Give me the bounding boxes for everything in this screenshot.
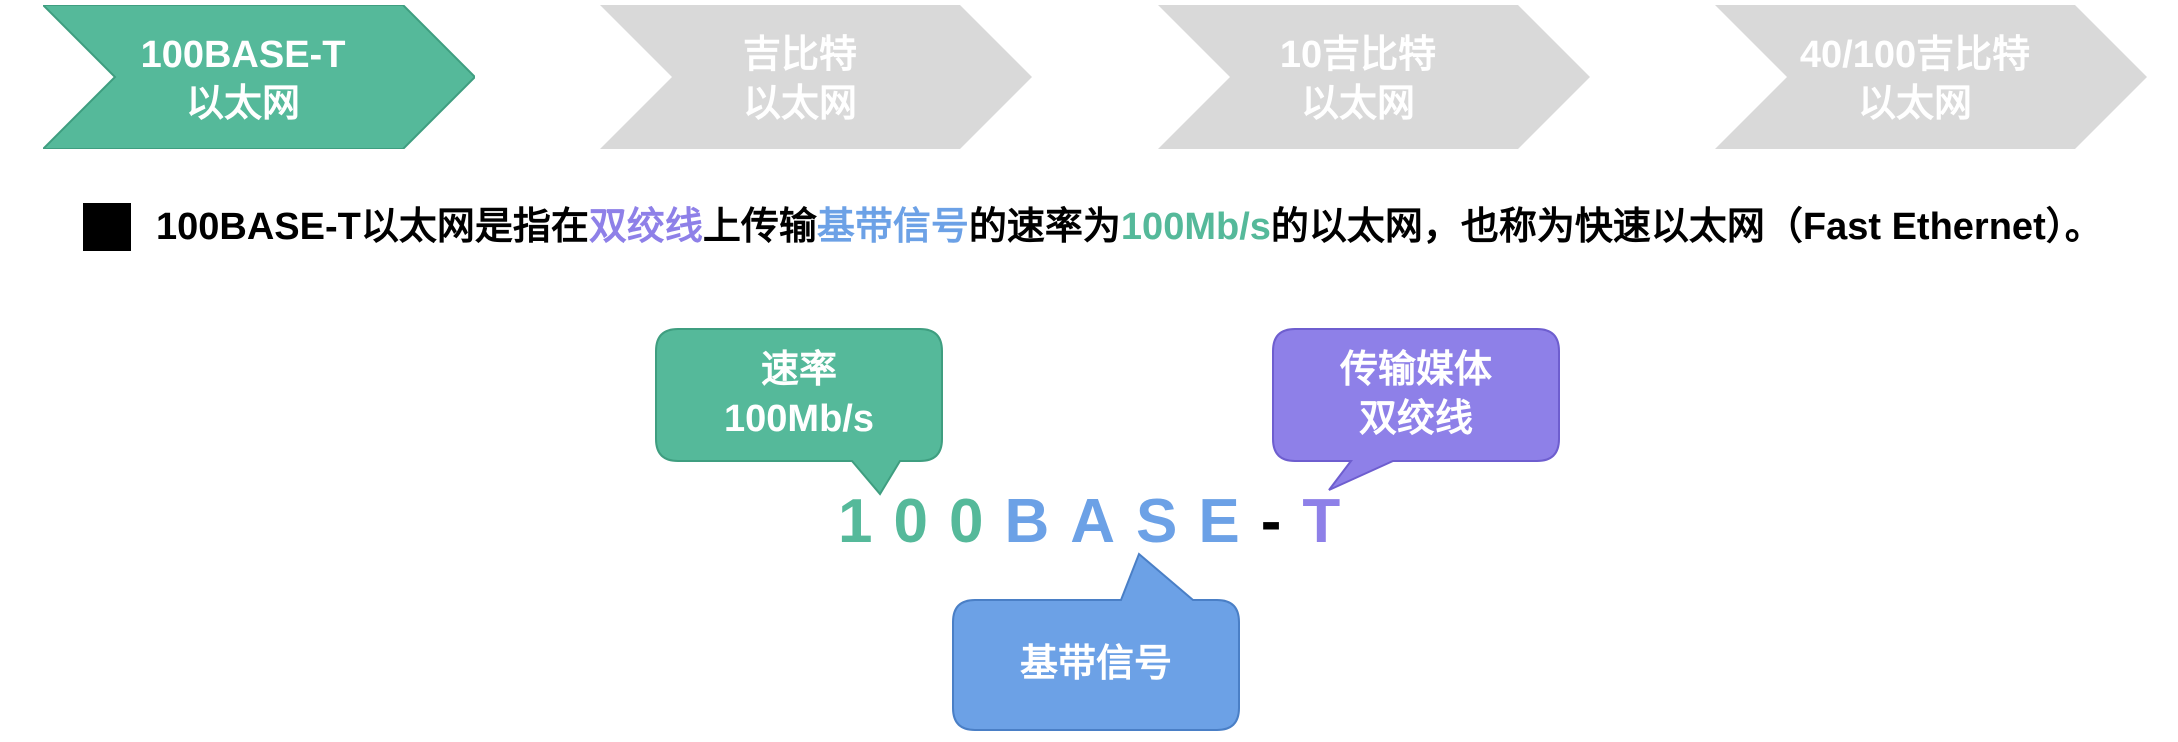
callout-speed: 速率 100Mb/s [655, 328, 943, 496]
step-label-line1: 10吉比特 [1279, 34, 1437, 76]
callout-medium-text: 传输媒体 双绞线 [1273, 346, 1559, 444]
acronym-medium: T [1302, 487, 1362, 556]
callout-signal-text: 基带信号 [953, 640, 1239, 689]
step-gigabit[interactable]: 吉比特 以太网 [600, 5, 1032, 149]
callout-speed-line2: 100Mb/s [724, 398, 874, 440]
step-label: 吉比特 以太网 [660, 31, 940, 129]
callout-signal-line1: 基带信号 [1019, 643, 1172, 685]
step-100base-t[interactable]: 100BASE-T 以太网 [43, 5, 475, 149]
sentence-part: 的以太网，也称为快速以太网（Fast Ethernet）。 [1270, 206, 2103, 248]
acronym-speed: 100 [838, 487, 1005, 556]
step-label-line1: 40/100吉比特 [1799, 34, 2031, 76]
acronym-dash: - [1260, 487, 1303, 556]
bullet-square [83, 203, 131, 251]
acronym-100base-t: 100BASE-T [838, 484, 1361, 560]
step-label: 10吉比特 以太网 [1218, 31, 1498, 129]
step-label: 100BASE-T 以太网 [103, 31, 383, 129]
callout-medium: 传输媒体 双绞线 [1272, 328, 1560, 491]
step-label-line2: 以太网 [742, 83, 857, 125]
step-label: 40/100吉比特 以太网 [1775, 31, 2055, 129]
step-label-line1: 100BASE-T [140, 34, 346, 76]
callout-speed-text: 速率 100Mb/s [656, 346, 942, 444]
sentence-part: 上传输 [702, 206, 817, 248]
step-label-line2: 以太网 [1857, 83, 1972, 125]
definition-sentence: 100BASE-T以太网是指在双绞线上传输基带信号的速率为100Mb/s的以太网… [156, 202, 2103, 252]
acronym-base: BASE [1004, 487, 1261, 556]
callout-medium-line2: 双绞线 [1358, 398, 1473, 440]
callout-signal: 基带信号 [952, 552, 1240, 732]
step-40-100-gigabit[interactable]: 40/100吉比特 以太网 [1715, 5, 2147, 149]
sentence-part: 100BASE-T以太网是指在 [156, 206, 589, 248]
sentence-part: 的速率为 [968, 206, 1121, 248]
highlight-speed: 100Mb/s [1120, 206, 1271, 248]
step-label-line2: 以太网 [185, 83, 300, 125]
callout-medium-line1: 传输媒体 [1339, 349, 1492, 391]
step-label-line2: 以太网 [1300, 83, 1415, 125]
highlight-signal: 基带信号 [816, 206, 969, 248]
step-10-gigabit[interactable]: 10吉比特 以太网 [1158, 5, 1590, 149]
highlight-medium: 双绞线 [588, 206, 703, 248]
step-label-line1: 吉比特 [742, 34, 857, 76]
callout-speed-line1: 速率 [760, 349, 837, 391]
